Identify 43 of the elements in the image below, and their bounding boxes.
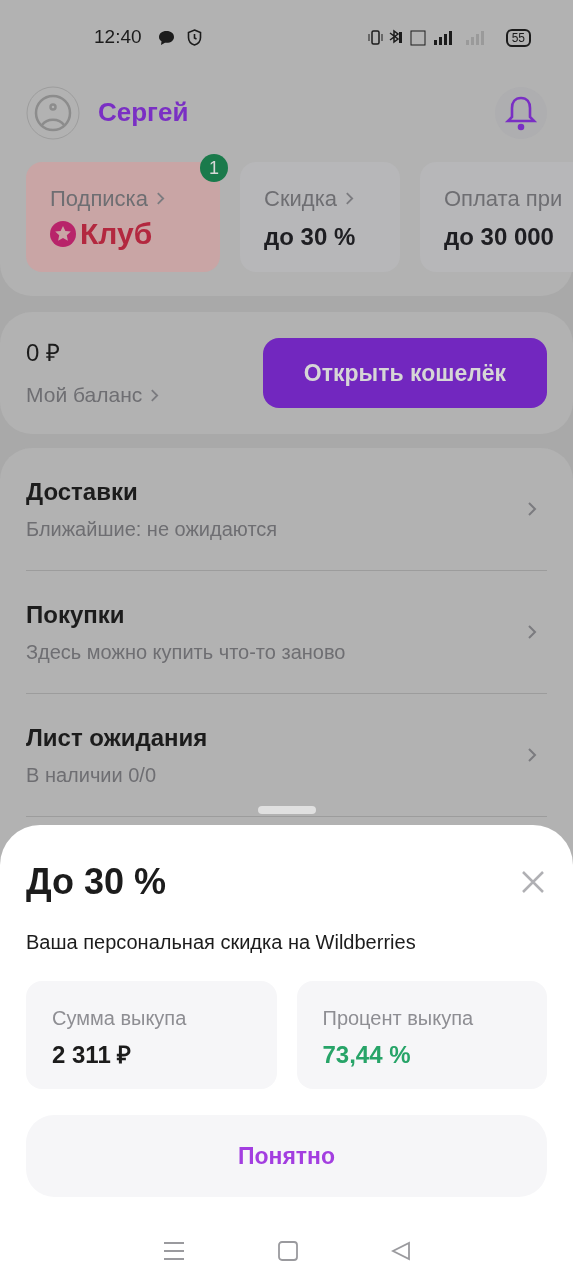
stat-value: 2 311 ₽: [52, 1040, 133, 1070]
stat-label: Процент выкупа: [322, 1006, 475, 1031]
promo-card[interactable]: Оплата при до 30 000: [420, 162, 573, 272]
drag-handle[interactable]: [257, 806, 316, 814]
menu-item[interactable]: Доставки Ближайшие: не ожидаются: [26, 448, 547, 571]
balance-amount: 0 ₽: [26, 338, 61, 369]
notification-badge: 1: [200, 154, 228, 182]
menu-item-title: Покупки: [26, 600, 126, 630]
chevron-icon: [345, 191, 354, 206]
flower-icon: [50, 221, 76, 247]
battery-indicator: 55: [505, 28, 531, 47]
avatar-icon[interactable]: [26, 85, 80, 140]
sheet-title: До 30 %: [26, 860, 167, 904]
menu-item-subtitle: Ближайшие: не ожидаются: [26, 517, 279, 542]
chat-icon: [157, 29, 175, 46]
shield-icon: [186, 29, 202, 46]
understood-button[interactable]: Понятно: [26, 1115, 547, 1197]
menu-item-title: Лист ожидания: [26, 723, 209, 753]
menu-icon[interactable]: [162, 1241, 185, 1261]
chevron-icon: [527, 500, 537, 518]
status-time: 12:40: [94, 25, 142, 50]
chevron-icon: [150, 387, 160, 403]
menu-item-title: Доставки: [26, 477, 139, 507]
stat-value: 73,44 %: [322, 1040, 412, 1070]
card-value: до 30 %: [264, 222, 357, 252]
chevron-icon: [527, 623, 537, 641]
promo-card[interactable]: Скидка до 30 %: [240, 162, 400, 272]
card-label: Подписка: [50, 185, 148, 213]
card-label: Скидка: [264, 185, 337, 213]
open-wallet-button[interactable]: Открыть кошелёк: [263, 338, 547, 408]
chevron-icon: [527, 746, 537, 764]
club-logo-text: Клуб: [80, 219, 153, 249]
chevron-icon: [155, 191, 165, 206]
back-icon[interactable]: [390, 1241, 411, 1261]
sheet-subtitle: Ваша персональная скидка на Wildberries: [26, 930, 417, 955]
stat-label: Сумма выкупа: [52, 1006, 188, 1031]
card-value: до 30 000: [444, 222, 555, 252]
card-label: Оплата при: [444, 185, 563, 213]
close-icon[interactable]: [521, 870, 545, 894]
menu-item[interactable]: Покупки Здесь можно купить что-то заново: [26, 571, 547, 694]
menu-item-subtitle: В наличии 0/0: [26, 763, 158, 788]
menu-item-subtitle: Здесь можно купить что-то заново: [26, 640, 347, 665]
home-icon[interactable]: [277, 1241, 298, 1261]
